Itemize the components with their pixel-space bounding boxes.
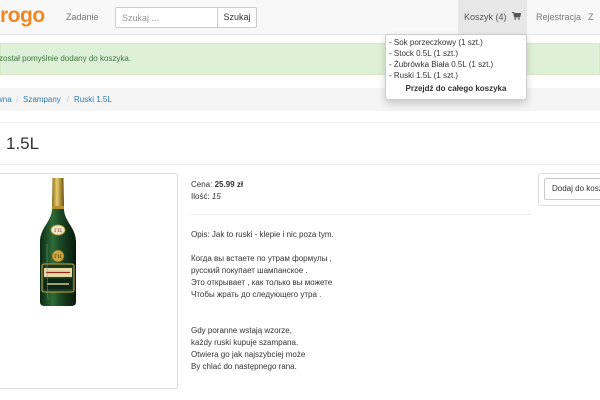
add-to-cart-button[interactable]: Dodaj do koszyka [544,178,600,200]
description-line: Чтобы жрать до следующего утра . [191,290,322,299]
cart-dropdown-menu: - Sok porzeczkowy (1 szt.) - Stock 0.5L … [385,34,527,100]
breadcrumb-home[interactable]: wna [0,88,12,111]
price-value: 25.99 zł [214,180,244,189]
description-line: Это открывает , как только вы можете [191,278,333,287]
cart-label: Koszyk (4) [463,12,507,22]
description-line: Opis: Jak to ruski - klepie i nic poza t… [191,230,334,239]
nav-link-task[interactable]: Zadanie [66,0,99,34]
description-line [191,301,334,313]
brand-logo[interactable]: rogo [0,4,45,28]
search-button[interactable]: Szukaj [217,7,257,28]
description-line: każdy ruski kupuje szampana. [191,338,299,347]
svg-text:ГЦ: ГЦ [54,228,62,234]
product-image-frame: ГЦ ГЦ [0,173,178,389]
quantity-value: 15 [211,192,221,201]
description-line [191,241,334,253]
divider [0,122,600,123]
breadcrumb-category[interactable]: Szampany [23,88,61,111]
cart-item[interactable]: - Ruski 1.5L (1 szt.) [386,70,526,81]
nav-link-login[interactable]: Z [588,0,594,34]
nav-link-register[interactable]: Rejestracja [536,0,581,34]
description-line: Gdy poranne wstają wzorze, [191,326,292,335]
breadcrumb-separator: / [67,95,70,104]
description-line: Otwiera go jak najszybciej może [191,350,306,359]
alert-message: został pomyślnie dodany do koszyka. [0,54,132,63]
breadcrumb-current[interactable]: Ruski 1.5L [74,88,112,111]
cart-item[interactable]: - Stock 0.5L (1 szt.) [386,48,526,59]
breadcrumb-separator: / [16,95,19,104]
page-title: 1.5L [6,134,40,153]
cart-dropdown-toggle[interactable]: Koszyk (4) [458,0,527,34]
product-description: Opis: Jak to ruski - klepie i nic poza t… [191,229,334,373]
description-line: Когда вы встаете по утрам формулы , [191,254,332,263]
view-full-cart-link[interactable]: Przejdź do całego koszyka [386,83,526,94]
product-image: ГЦ ГЦ [40,178,76,306]
top-navbar: rogo Zadanie Szukaj Koszyk (4) Rejestrac… [0,0,600,35]
svg-text:ГЦ: ГЦ [54,254,62,260]
description-line: русский покупает шампанское . [191,266,308,275]
search-input[interactable] [115,7,218,28]
divider [0,164,600,165]
cart-item[interactable]: - Sok porzeczkowy (1 szt.) [386,37,526,48]
divider [191,214,531,215]
description-line [191,313,334,325]
description-line: By chlać do następnego rana. [191,362,297,371]
cart-item[interactable]: - Żubrówka Biała 0.5L (1 szt.) [386,59,526,70]
price-label: Cena: [191,180,213,189]
shopping-cart-icon [512,0,522,34]
quantity-label: Ilość: [191,192,210,201]
product-info: Cena: 25.99 zł Ilość: 15 [191,179,243,203]
